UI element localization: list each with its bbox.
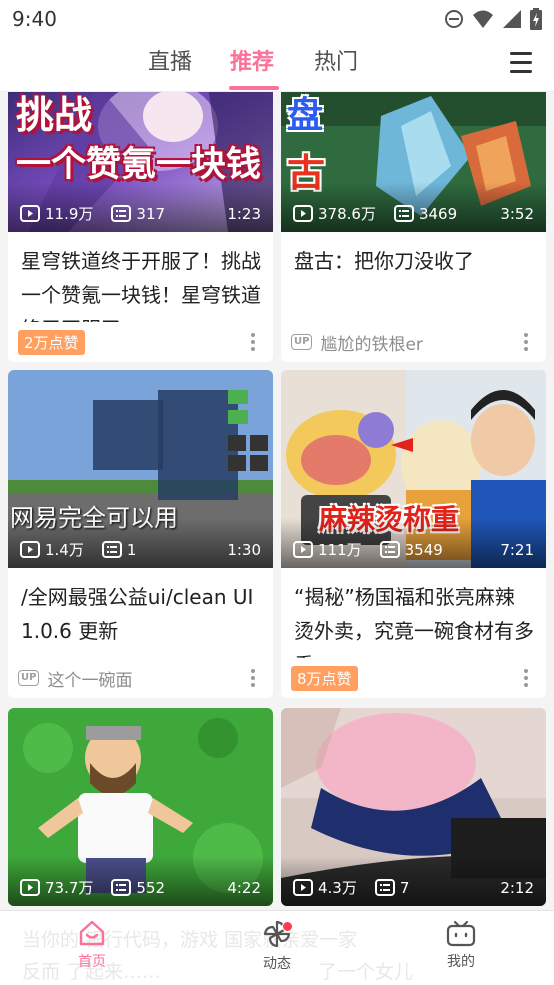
- video-duration: 2:12: [500, 878, 534, 897]
- video-thumbnail[interactable]: 挑战 一个赞氪一块钱 11.9万 317 1:23: [8, 92, 273, 232]
- danmaku-count: 3469: [418, 204, 458, 223]
- danmaku-count: 552: [136, 878, 166, 897]
- danmaku-count: 3549: [404, 540, 443, 559]
- thumbnail-caption: 一个赞氪一块钱: [16, 145, 262, 185]
- more-icon[interactable]: [245, 331, 261, 353]
- view-count: 111万: [318, 541, 362, 559]
- video-meta: UP 尴尬的铁根er: [281, 322, 546, 362]
- view-count: 11.9万: [45, 205, 94, 223]
- home-icon: [79, 920, 105, 946]
- like-badge: 8万点赞: [291, 665, 358, 691]
- video-thumbnail[interactable]: 4.3万 7 2:12: [281, 708, 546, 906]
- bottom-navigation: 当你的 银行代码，游戏 国家就亲爱一家 反而 了起来…… 了一个女儿 首页 动态…: [0, 910, 554, 985]
- more-icon[interactable]: [518, 331, 534, 353]
- video-title[interactable]: 星穹铁道终于开服了！挑战一个赞氪一块钱！星穹铁道终于开服了: [8, 232, 273, 322]
- status-icons: [444, 8, 542, 30]
- peek-title: 了一个女儿: [318, 961, 414, 983]
- view-count: 1.4万: [45, 541, 84, 559]
- play-count-icon: [20, 205, 40, 222]
- more-icon[interactable]: [518, 667, 534, 689]
- menu-icon[interactable]: [510, 52, 532, 74]
- up-icon: UP: [18, 670, 40, 686]
- video-card[interactable]: 挑战 一个赞氪一块钱 11.9万 317 1:23 星穹铁道终于开服了！挑战一个…: [8, 92, 273, 362]
- video-duration: 7:21: [500, 540, 534, 559]
- video-thumbnail[interactable]: 网易完全可以用 1.4万 1 1:30: [8, 370, 273, 568]
- danmaku-count: 7: [399, 878, 410, 897]
- danmaku-icon: [393, 205, 414, 222]
- video-feed[interactable]: 挑战 一个赞氪一块钱 11.9万 317 1:23 星穹铁道终于开服了！挑战一个…: [0, 92, 554, 910]
- video-title[interactable]: /全网最强公益ui/clean UI 1.0.6 更新: [8, 568, 273, 658]
- view-count: 73.7万: [45, 879, 94, 897]
- video-meta: 8万点赞: [281, 658, 546, 698]
- view-count: 4.3万: [318, 879, 357, 897]
- video-card[interactable]: 麻辣烫称重 111万 3549 7:21 “揭秘”杨国福和张亮麻辣烫外卖，究竟一…: [281, 370, 546, 698]
- status-bar: 9:40: [0, 0, 554, 38]
- nav-dynamic-label: 动态: [263, 956, 291, 972]
- video-duration: 1:30: [227, 540, 261, 559]
- signal-icon: [503, 10, 521, 28]
- notification-dot: [282, 921, 293, 932]
- top-tab-bar: 直播 推荐 热门: [0, 38, 554, 92]
- play-count-icon: [293, 541, 313, 558]
- video-title[interactable]: 盘古：把你刀没收了: [281, 232, 546, 322]
- video-stats: 378.6万 3469 3:52: [293, 203, 534, 224]
- danmaku-icon: [101, 541, 122, 558]
- nav-home[interactable]: 首页: [52, 919, 132, 971]
- video-thumbnail[interactable]: 盘 古 378.6万 3469 3:52: [281, 92, 546, 232]
- up-icon: UP: [291, 334, 313, 350]
- video-meta: UP 这个一碗面: [8, 658, 273, 698]
- video-duration: 4:22: [227, 878, 261, 897]
- play-count-icon: [293, 879, 313, 896]
- video-card[interactable]: 网易完全可以用 1.4万 1 1:30 /全网最强公益ui/clean UI 1…: [8, 370, 273, 698]
- thumbnail-caption: 挑战: [16, 93, 93, 137]
- view-count: 378.6万: [318, 205, 376, 223]
- video-stats: 4.3万 7 2:12: [293, 877, 534, 898]
- play-count-icon: [293, 205, 313, 222]
- danmaku-count: 1: [126, 540, 137, 559]
- nav-mine-label: 我的: [447, 954, 475, 970]
- like-badge: 2万点赞: [18, 329, 85, 355]
- video-card[interactable]: 4.3万 7 2:12: [281, 708, 546, 906]
- tab-hot[interactable]: 热门: [314, 46, 358, 80]
- more-icon[interactable]: [245, 667, 261, 689]
- battery-icon: [530, 8, 542, 30]
- thumbnail-caption: 盘: [287, 95, 324, 136]
- tab-recommend[interactable]: 推荐: [230, 46, 274, 80]
- play-count-icon: [20, 541, 40, 558]
- danmaku-icon: [111, 205, 132, 222]
- video-thumbnail[interactable]: 73.7万 552 4:22: [8, 708, 273, 906]
- tab-indicator: [229, 86, 279, 90]
- danmaku-icon: [379, 541, 400, 558]
- video-stats: 73.7万 552 4:22: [20, 877, 261, 898]
- tv-icon: [446, 920, 476, 947]
- video-stats: 1.4万 1 1:30: [20, 539, 261, 560]
- video-stats: 11.9万 317 1:23: [20, 203, 261, 224]
- play-count-icon: [20, 879, 40, 896]
- minus-circle-icon: [445, 10, 463, 28]
- video-thumbnail[interactable]: 麻辣烫称重 111万 3549 7:21: [281, 370, 546, 568]
- nav-home-label: 首页: [78, 954, 106, 970]
- video-duration: 3:52: [500, 204, 534, 223]
- video-card[interactable]: 73.7万 552 4:22: [8, 708, 273, 906]
- wifi-icon: [473, 10, 493, 28]
- video-card[interactable]: 盘 古 378.6万 3469 3:52 盘古：把你刀没收了 UP 尴尬的铁根e…: [281, 92, 546, 362]
- nav-dynamic[interactable]: 动态: [237, 919, 317, 973]
- video-stats: 111万 3549 7:21: [293, 539, 534, 560]
- video-title[interactable]: “揭秘”杨国福和张亮麻辣烫外卖，究竟一碗食材有多重: [281, 568, 546, 658]
- video-meta: 2万点赞: [8, 322, 273, 362]
- tab-live[interactable]: 直播: [148, 46, 192, 80]
- uploader-name[interactable]: 尴尬的铁根er: [320, 330, 422, 355]
- danmaku-icon: [374, 879, 395, 896]
- nav-mine[interactable]: 我的: [421, 919, 501, 971]
- uploader-name[interactable]: 这个一碗面: [47, 666, 132, 691]
- danmaku-count: 317: [136, 204, 166, 223]
- video-duration: 1:23: [227, 204, 261, 223]
- status-time: 9:40: [12, 7, 57, 31]
- danmaku-icon: [111, 879, 132, 896]
